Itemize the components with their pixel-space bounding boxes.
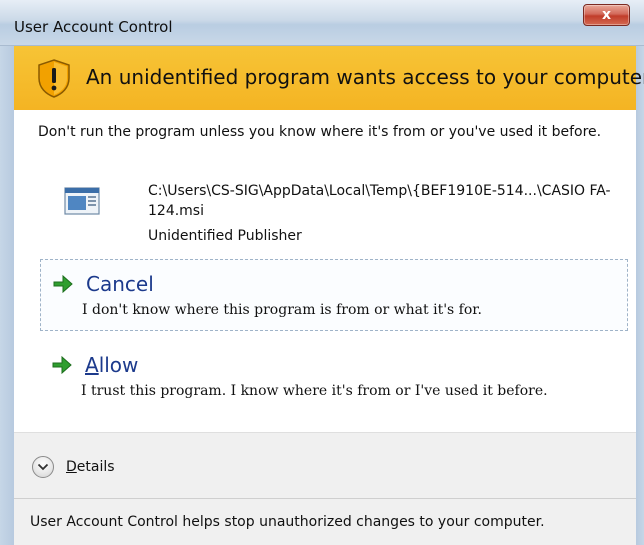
- allow-option-description: I trust this program. I know where it's …: [81, 383, 548, 399]
- allow-title-rest: llow: [98, 353, 139, 377]
- details-bar: Details: [14, 432, 636, 498]
- warning-shield-icon: [38, 59, 70, 98]
- window-frame-right: [636, 46, 644, 545]
- green-arrow-icon: [52, 356, 72, 374]
- warning-text: Don't run the program unless you know wh…: [38, 124, 602, 140]
- close-button[interactable]: x: [583, 4, 630, 26]
- details-toggle-button[interactable]: [32, 456, 54, 478]
- banner-headline: An unidentified program wants access to …: [86, 65, 644, 89]
- window-title: User Account Control: [14, 18, 173, 36]
- uac-dialog: User Account Control x An unidentified p…: [0, 0, 644, 545]
- details-access-key: D: [66, 459, 77, 475]
- warning-banner: An unidentified program wants access to …: [14, 46, 644, 110]
- allow-option-title: Allow: [85, 353, 138, 377]
- close-icon: x: [601, 7, 612, 23]
- allow-option-button[interactable]: Allow I trust this program. I know where…: [40, 341, 628, 413]
- footer-text: User Account Control helps stop unauthor…: [30, 514, 545, 530]
- program-publisher: Unidentified Publisher: [148, 228, 302, 244]
- chevron-down-icon: [37, 463, 49, 471]
- details-label[interactable]: Details: [66, 459, 115, 475]
- cancel-option-description: I don't know where this program is from …: [82, 302, 482, 318]
- footer: User Account Control helps stop unauthor…: [14, 498, 636, 545]
- content-area: Don't run the program unless you know wh…: [14, 110, 636, 432]
- cancel-option-title: Cancel: [86, 272, 154, 296]
- green-arrow-icon: [53, 275, 73, 293]
- title-bar: User Account Control x: [0, 0, 644, 46]
- window-frame-left: [0, 46, 14, 545]
- cancel-option-button[interactable]: Cancel I don't know where this program i…: [40, 259, 628, 331]
- program-file-icon: [64, 187, 100, 215]
- program-path: C:\Users\CS-SIG\AppData\Local\Temp\{BEF1…: [148, 183, 611, 219]
- details-label-rest: etails: [76, 459, 115, 475]
- allow-access-key: A: [85, 353, 99, 377]
